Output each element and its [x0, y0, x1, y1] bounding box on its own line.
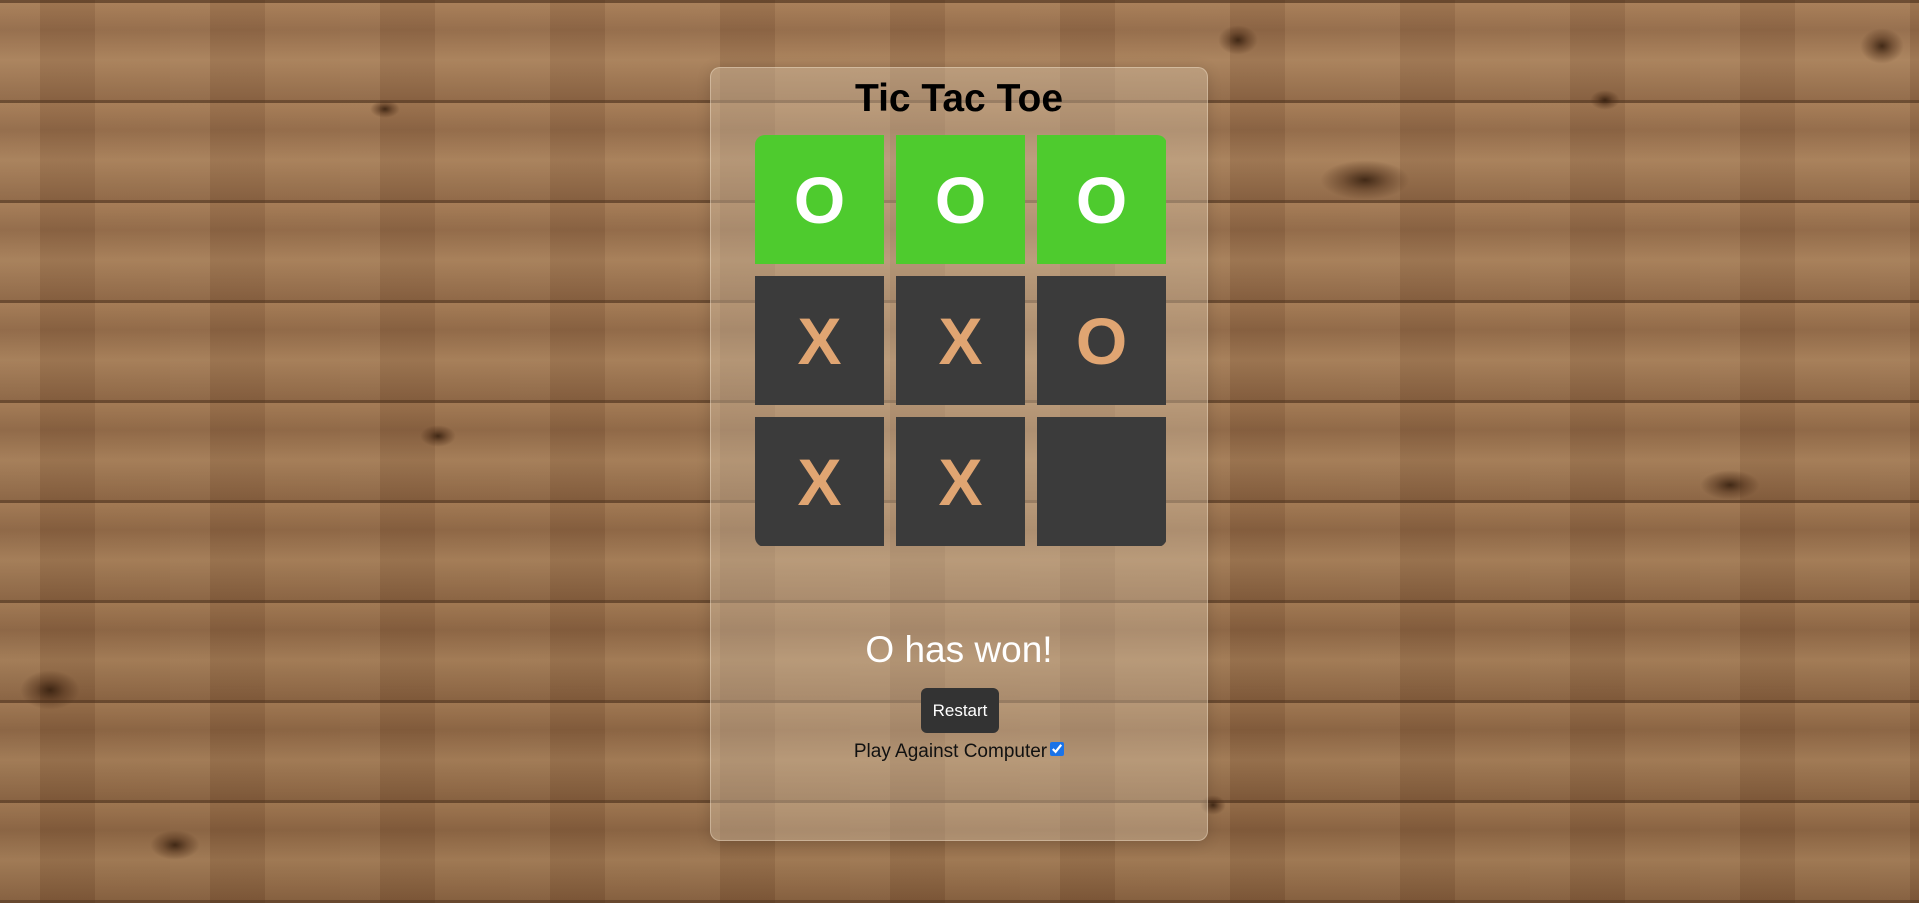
- wood-knot: [1860, 28, 1904, 64]
- board-cell[interactable]: X: [755, 417, 884, 546]
- wood-knot: [1218, 25, 1258, 55]
- wood-knot: [1700, 470, 1760, 500]
- board-cell[interactable]: X: [896, 276, 1025, 405]
- wood-knot: [20, 670, 80, 710]
- play-against-computer-checkbox[interactable]: [1050, 742, 1065, 756]
- board-cell[interactable]: X: [755, 276, 884, 405]
- wood-knot: [420, 425, 456, 447]
- board-cell[interactable]: O: [755, 135, 884, 264]
- wood-knot: [1590, 90, 1620, 110]
- board-cell[interactable]: O: [896, 135, 1025, 264]
- game-status: O has won!: [865, 629, 1053, 670]
- game-panel: Tic Tac Toe O O O X X O X X O has won! R…: [710, 67, 1208, 841]
- play-against-computer-option: Play Against Computer: [711, 741, 1207, 763]
- board-cell[interactable]: X: [896, 417, 1025, 546]
- wood-knot: [1320, 160, 1410, 200]
- board-cell[interactable]: O: [1037, 135, 1166, 264]
- wood-knot: [370, 100, 400, 118]
- wood-knot: [150, 830, 200, 860]
- game-board: O O O X X O X X: [755, 135, 1167, 547]
- board-cell[interactable]: [1037, 417, 1166, 546]
- board-cell[interactable]: O: [1037, 276, 1166, 405]
- restart-button[interactable]: Restart: [921, 688, 999, 733]
- play-against-computer-label: Play Against Computer: [853, 741, 1048, 762]
- game-title: Tic Tac Toe: [854, 77, 1064, 120]
